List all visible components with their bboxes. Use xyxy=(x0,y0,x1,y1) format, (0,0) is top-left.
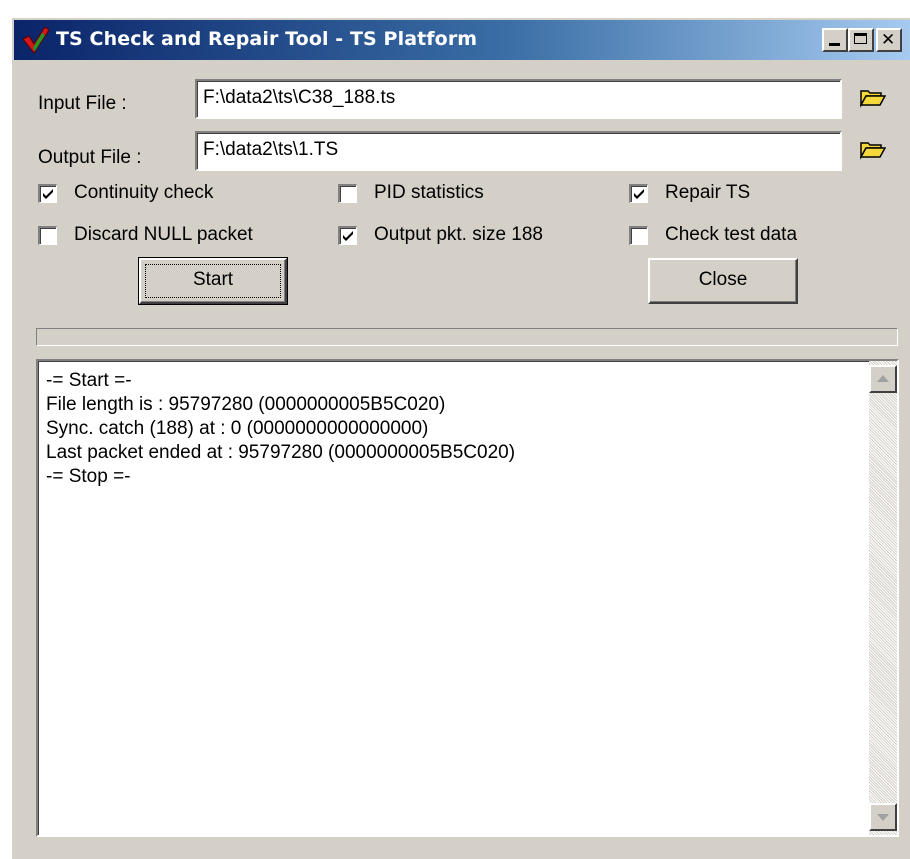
browse-output-folder-icon[interactable] xyxy=(860,138,886,160)
maximize-icon xyxy=(854,33,867,44)
checkbox-box[interactable] xyxy=(38,226,57,245)
checkmark-icon xyxy=(634,189,644,199)
checkbox-label: PID statistics xyxy=(374,182,484,203)
close-button-label: Close xyxy=(698,269,748,290)
checkbox-box[interactable] xyxy=(38,184,57,203)
log-output[interactable]: -= Start =- File length is : 95797280 (0… xyxy=(36,359,899,837)
minimize-button[interactable] xyxy=(822,28,848,52)
checkbox-label: Check test data xyxy=(665,224,798,245)
checkmark-icon xyxy=(343,231,353,241)
progress-bar xyxy=(36,328,898,346)
checkmark-icon xyxy=(43,189,53,199)
log-line: Sync. catch (188) at : 0 (00000000000000… xyxy=(46,418,429,439)
log-text: -= Start =- File length is : 95797280 (0… xyxy=(46,369,515,489)
maximize-button[interactable] xyxy=(848,28,874,52)
log-line: -= Stop =- xyxy=(46,466,131,487)
checkbox-box[interactable] xyxy=(629,184,648,203)
checkbox-box[interactable] xyxy=(338,184,357,203)
start-button[interactable]: Start xyxy=(138,257,288,305)
log-line: File length is : 95797280 (0000000005B5C… xyxy=(46,394,446,415)
checkbox-box[interactable] xyxy=(338,226,357,245)
focus-indicator xyxy=(145,264,281,298)
checkbox-label: Continuity check xyxy=(74,182,214,203)
output-file-field[interactable]: F:\data2\ts\1.TS xyxy=(195,131,842,171)
scroll-down-button[interactable] xyxy=(869,803,897,831)
vertical-scrollbar[interactable] xyxy=(869,361,897,835)
browse-input-folder-icon[interactable] xyxy=(860,86,886,108)
window-title: TS Check and Repair Tool - TS Platform xyxy=(56,28,478,50)
checkbox-label: Discard NULL packet xyxy=(74,224,253,245)
input-file-label: Input File : xyxy=(38,93,127,114)
log-line: Last packet ended at : 95797280 (0000000… xyxy=(46,442,516,463)
checkbox-label: Output pkt. size 188 xyxy=(374,224,543,245)
app-window: TS Check and Repair Tool - TS Platform ✕… xyxy=(11,17,910,859)
close-icon: ✕ xyxy=(881,30,896,50)
checkbox-box[interactable] xyxy=(629,226,648,245)
scroll-up-button[interactable] xyxy=(869,365,897,393)
arrow-down-icon xyxy=(877,814,889,821)
red-check-icon xyxy=(22,26,50,54)
log-line: -= Start =- xyxy=(46,370,132,391)
checkbox-label: Repair TS xyxy=(665,182,751,203)
arrow-up-icon xyxy=(877,375,889,382)
title-bar[interactable]: TS Check and Repair Tool - TS Platform ✕ xyxy=(14,20,910,60)
minimize-icon xyxy=(829,43,840,46)
output-file-label: Output File : xyxy=(38,147,142,168)
input-file-field[interactable]: F:\data2\ts\C38_188.ts xyxy=(195,79,842,119)
close-window-button[interactable]: ✕ xyxy=(876,28,902,52)
close-button[interactable]: Close xyxy=(648,258,798,304)
